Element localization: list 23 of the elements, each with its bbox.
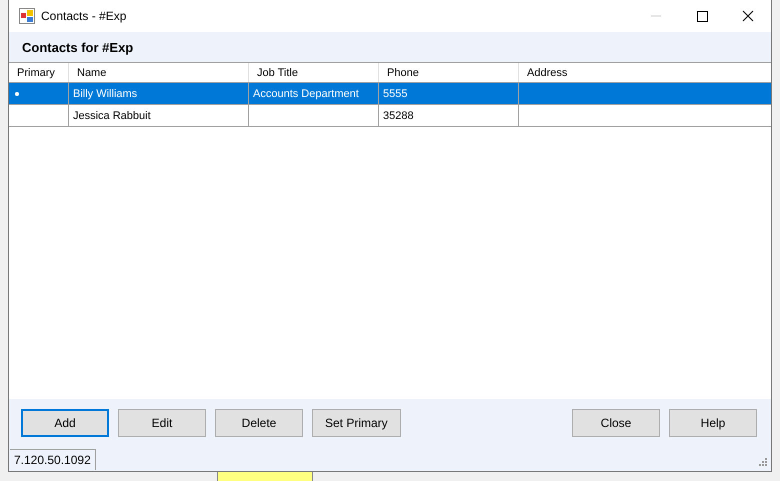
dialog-button[interactable]: Set Primary xyxy=(312,409,401,437)
table-cell: Jessica Rabbuit xyxy=(73,110,151,122)
table-row[interactable]: Billy Williams Accounts Department 5555 xyxy=(9,83,771,105)
dialog-button[interactable]: Add xyxy=(21,409,109,437)
window-title: Contacts - #Exp xyxy=(41,9,128,23)
table-cell: 5555 xyxy=(383,88,408,100)
app-icon xyxy=(19,8,35,24)
table-cell: 35288 xyxy=(383,110,414,122)
column-header[interactable]: Name xyxy=(69,63,249,82)
dialog-button[interactable]: Delete xyxy=(215,409,303,437)
section-heading: Contacts for #Exp xyxy=(22,40,134,54)
version-label: 7.120.50.1092 xyxy=(10,449,96,470)
table-cell: Billy Williams xyxy=(73,88,138,100)
column-header[interactable]: Primary xyxy=(9,63,69,82)
resize-grip-icon[interactable] xyxy=(757,456,767,466)
table-row[interactable]: Jessica Rabbuit 35288 xyxy=(9,105,771,127)
column-header[interactable]: Address xyxy=(519,63,771,82)
dialog-button[interactable]: Help xyxy=(669,409,757,437)
dialog-button[interactable]: Edit xyxy=(118,409,206,437)
dialog-button[interactable]: Close xyxy=(572,409,660,437)
table-cell: Accounts Department xyxy=(253,88,359,100)
column-header[interactable]: Phone xyxy=(379,63,519,82)
column-header[interactable]: Job Title xyxy=(249,63,379,82)
